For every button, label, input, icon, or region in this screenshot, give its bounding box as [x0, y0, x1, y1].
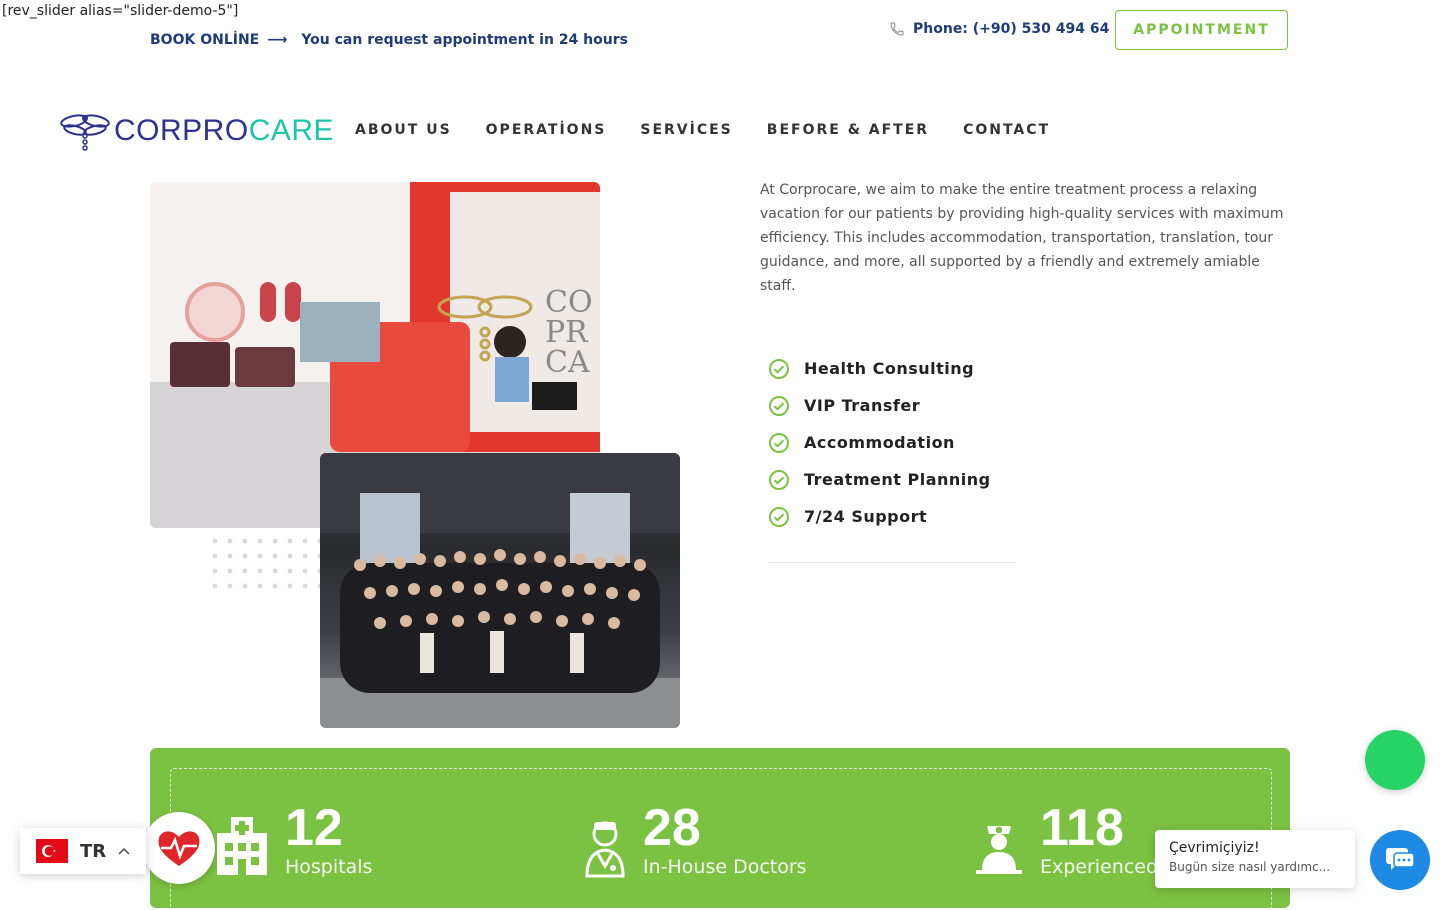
- heart-pulse-icon: [158, 831, 200, 866]
- features-list: Health Consulting VIP Transfer Accommoda…: [768, 350, 991, 535]
- phone-label: Phone: (+90) 530 494 64 64: [913, 21, 1134, 37]
- list-item: Health Consulting: [768, 350, 991, 387]
- logo-text: CORPROCARE: [114, 114, 335, 147]
- phone-contact[interactable]: Phone: (+90) 530 494 64 64: [889, 21, 1134, 37]
- book-online-bar: BOOK ONLİNE ⟶ You can request appointmen…: [150, 32, 628, 48]
- hospital-icon: [217, 817, 267, 875]
- doctor-icon: [585, 821, 625, 878]
- decorative-dots: [212, 538, 322, 589]
- nav-about-us[interactable]: ABOUT US: [355, 122, 452, 138]
- nav-operations[interactable]: OPERATİONS: [486, 122, 607, 138]
- stat-number: 28: [643, 799, 701, 857]
- nav-contact[interactable]: CONTACT: [963, 122, 1050, 138]
- language-switcher[interactable]: TR: [20, 828, 146, 874]
- nav-services[interactable]: SERVİCES: [640, 122, 732, 138]
- about-intro-text: At Corprocare, we aim to make the entire…: [760, 182, 1284, 294]
- check-circle-icon: [769, 432, 789, 453]
- svg-text:CA: CA: [545, 345, 590, 380]
- divider: [768, 562, 1015, 563]
- nav-before-after[interactable]: BEFORE & AFTER: [767, 122, 929, 138]
- heartbeat-badge: [143, 812, 215, 884]
- stat-number: 12: [285, 799, 343, 857]
- live-chat-button[interactable]: [1370, 830, 1430, 890]
- main-nav: ABOUT US OPERATİONS SERVİCES BEFORE & AF…: [355, 122, 1050, 138]
- phone-icon: [890, 22, 904, 36]
- stat-label: Hospitals: [285, 856, 373, 878]
- dragonfly-logo-icon: [60, 114, 110, 151]
- check-circle-icon: [769, 358, 789, 379]
- book-online-link[interactable]: BOOK ONLİNE: [150, 32, 259, 48]
- logo[interactable]: CORPROCARE: [60, 110, 334, 152]
- list-item: Accommodation: [768, 424, 991, 461]
- list-item: VIP Transfer: [768, 387, 991, 424]
- list-item: Treatment Planning: [768, 461, 991, 498]
- chat-title: Çevrimiçiyiz!: [1169, 840, 1260, 856]
- list-item: 7/24 Support: [768, 498, 991, 535]
- arrow-right-icon: ⟶: [267, 32, 288, 48]
- feature-label: Health Consulting: [804, 359, 975, 378]
- chat-icon: [1386, 848, 1415, 870]
- stat-hospitals: 12 Hospitals: [215, 800, 372, 878]
- chat-subtitle: Bugün size nasıl yardımc...: [1169, 860, 1331, 874]
- feature-label: Treatment Planning: [804, 470, 991, 489]
- appointment-button[interactable]: APPOINTMENT: [1115, 10, 1288, 50]
- appointment-note: You can request appointment in 24 hours: [301, 32, 628, 48]
- feature-label: VIP Transfer: [804, 396, 921, 415]
- chat-greeting-bubble[interactable]: Çevrimiçiyiz! Bugün size nasıl yardımc..…: [1155, 830, 1355, 888]
- stat-label: In-House Doctors: [643, 856, 807, 878]
- check-circle-icon: [769, 469, 789, 490]
- chevron-up-icon: [118, 847, 130, 855]
- check-circle-icon: [769, 506, 789, 527]
- check-circle-icon: [769, 395, 789, 416]
- feature-label: Accommodation: [804, 433, 955, 452]
- whatsapp-button[interactable]: [1365, 730, 1425, 790]
- language-code: TR: [80, 840, 107, 862]
- turkey-flag-icon: [36, 839, 68, 863]
- team-group-photo: [320, 453, 680, 728]
- stat-staff: 118 Experienced S: [974, 800, 1176, 878]
- nurse-icon: [976, 826, 1022, 874]
- slider-shortcode-text: [rev_slider alias="slider-demo-5"]: [2, 3, 239, 19]
- stat-doctors: 28 In-House Doctors: [583, 800, 807, 878]
- feature-label: 7/24 Support: [804, 507, 928, 526]
